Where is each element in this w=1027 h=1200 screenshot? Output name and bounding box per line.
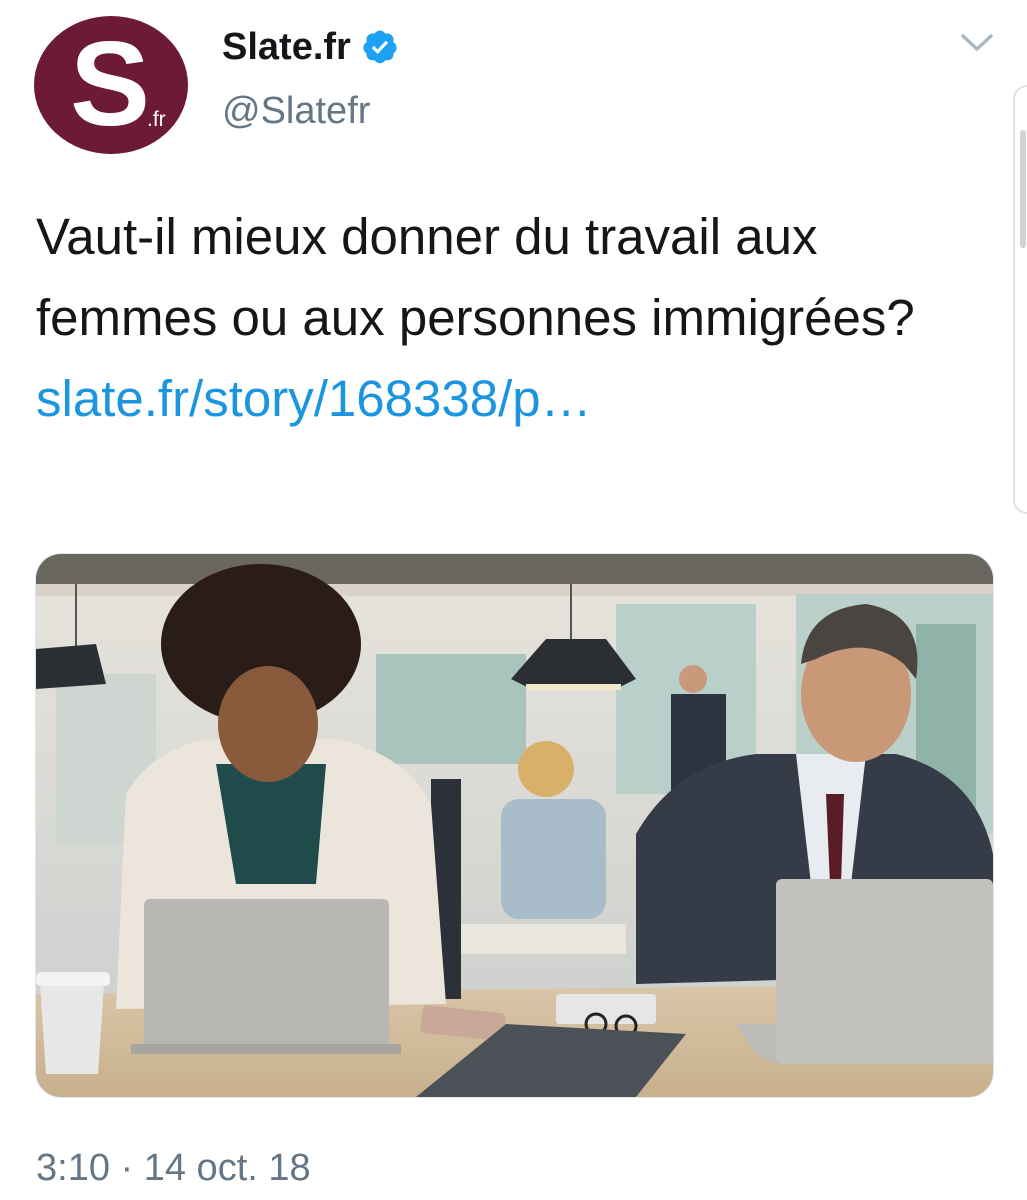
tweet-body: Vaut-il mieux donner du travail aux femm… (36, 208, 915, 346)
tweet-view: S .fr Slate.fr @Slatefr Vaut-il mieux do… (0, 0, 1027, 1200)
tweet-media[interactable] (35, 553, 994, 1098)
avatar[interactable]: S .fr (34, 16, 188, 154)
avatar-letter: S (70, 17, 151, 151)
tweet-link[interactable]: slate.fr/story/168338/p… (36, 370, 592, 427)
tweet-timestamp[interactable]: 3:10 · 14 oct. 18 (36, 1143, 311, 1193)
chevron-down-icon[interactable] (957, 28, 997, 56)
verified-badge-icon (363, 30, 397, 64)
scrollbar-thumb[interactable] (1020, 130, 1026, 248)
office-photo (36, 554, 993, 1097)
tweet-text: Vaut-il mieux donner du travail aux femm… (36, 196, 956, 439)
author-handle[interactable]: @Slatefr (222, 86, 370, 136)
avatar-suffix: .fr (147, 108, 166, 131)
author-display-name[interactable]: Slate.fr (222, 22, 351, 72)
author-name-row[interactable]: Slate.fr (222, 22, 399, 72)
